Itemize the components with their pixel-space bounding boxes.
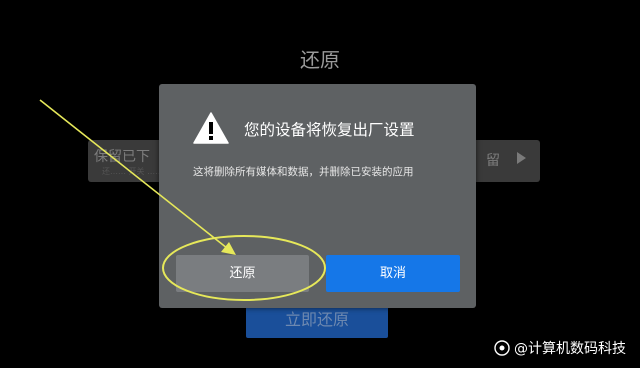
dialog-title: 您的设备将恢复出厂设置: [244, 121, 415, 139]
watermark-text: @计算机数码科技: [514, 341, 626, 357]
keep-downloads-sublabel: 还…… 开关 ……: [102, 167, 164, 176]
page-title: 还原: [300, 48, 340, 72]
watermark-logo-icon: [494, 340, 510, 356]
watermark: @计算机数码科技: [494, 338, 626, 358]
factory-reset-dialog: 您的设备将恢复出厂设置 这将删除所有媒体和数据，并删除已安装的应用 还原 取消: [159, 84, 476, 308]
cancel-button[interactable]: 取消: [326, 255, 460, 292]
dialog-message: 这将删除所有媒体和数据，并删除已安装的应用: [193, 166, 414, 178]
keep-downloads-tail-text: 留: [486, 153, 500, 169]
warning-icon: [193, 112, 229, 144]
play-arrow-icon: [517, 152, 526, 164]
restore-button[interactable]: 还原: [176, 255, 309, 292]
keep-downloads-label: 保留已下: [94, 149, 150, 165]
